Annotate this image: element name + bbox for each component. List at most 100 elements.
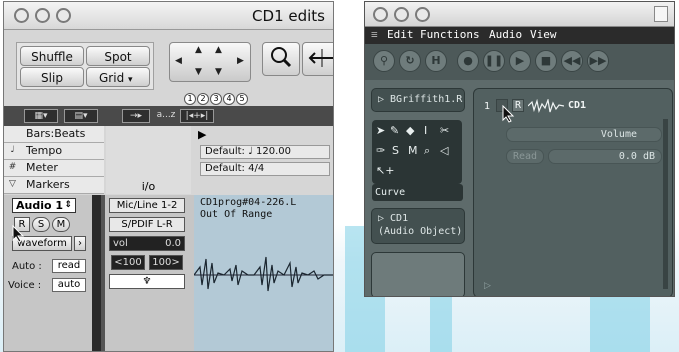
automation-mode-menu[interactable]: read [52,259,86,273]
tool-palette: ➤ ✎ ◆ I ✂ ✑ S M ⌕ ◁ ↖+ [372,120,462,184]
slip-button[interactable]: Slip [20,67,84,87]
zoom-arrows-control[interactable]: ◀ ▲ ▼ ▲ ▼ ▶ [169,42,251,82]
view-chevron-icon[interactable]: › [74,236,86,251]
arrow-down-icon[interactable]: ▼ [215,67,222,77]
output-selector[interactable]: S/PDIF L-R [109,217,185,232]
mute-tool-icon[interactable]: M [408,144,418,157]
minimize-window-button[interactable] [35,8,50,23]
mute-button[interactable]: M [52,217,70,232]
playhead-icon: ▶ [198,128,207,141]
magnify-tool-icon[interactable]: ⌕ [424,144,430,158]
volume-field[interactable]: vol 0.0 [109,236,185,251]
volume-value-field[interactable]: 0.0 dB [548,149,662,164]
close-window-button[interactable] [14,8,29,23]
zoom-preset-3[interactable]: 3 [210,93,222,105]
level-meter [101,195,105,351]
fast-forward-icon[interactable]: ▶▶ [587,50,609,72]
expand-arrow-icon[interactable]: ▷ [484,281,491,291]
pan-left-field[interactable]: <100 [111,255,145,270]
zoom-preset-5[interactable]: 5 [236,93,248,105]
pan-right-field[interactable]: 100> [149,255,183,270]
crossfade-tool-icon[interactable]: ◁ [440,144,448,157]
menu-functions[interactable]: Functions [420,28,480,41]
meter-field[interactable]: Default: 4/4 [200,162,330,176]
audio-region[interactable]: CD1prog#04-226.L Out Of Range [194,195,333,351]
channel-number: 1 [484,101,491,112]
solo-tool-icon[interactable]: S [392,144,399,157]
close-window-button[interactable] [373,7,388,22]
input-selector[interactable]: Mic/Line 1-2 [109,198,185,213]
voice-menu[interactable]: auto [52,278,86,292]
ruler-values: Default: ♩ 120.00 Default: 4/4 ▶ [192,126,333,194]
zoom-tool-button[interactable] [262,42,300,76]
glue-tool-icon[interactable]: ✑ [376,144,385,157]
sort-button[interactable]: a...z [154,109,178,123]
track-view-menu[interactable]: ▤▾ [64,109,98,123]
region-parameter-box[interactable]: ▷ BGriffith1.R [371,88,465,112]
menu-audio[interactable]: Audio [489,28,522,41]
automation-parameter-menu[interactable]: Volume [506,127,662,142]
zoom-preset-2[interactable]: 2 [197,93,209,105]
object-parameter-box[interactable]: ▷ CD1 (Audio Object) [371,208,465,244]
window-titlebar [365,2,674,27]
arrow-left-icon[interactable]: ◀ [175,56,182,66]
tab-to-transient-button[interactable] [302,42,333,76]
io-section: Mic/Line 1-2 S/PDIF L-R vol 0.0 <100 100>… [109,198,185,348]
logic-window: ≡ Edit Functions Audio View ⚲ ↻ H ● ❚❚ ▶… [364,1,675,297]
arrow-up-icon[interactable]: ▲ [195,45,202,55]
channel-name: CD1 [568,100,587,111]
grid-button[interactable]: Grid ▾ [86,67,150,87]
zoom-window-button[interactable] [415,7,430,22]
arrow-up-icon[interactable]: ▲ [215,45,222,55]
object-name: ▷ CD1 [378,213,409,224]
stop-icon[interactable]: ■ [535,50,557,72]
minimize-window-button[interactable] [394,7,409,22]
arrow-down-icon[interactable]: ▼ [195,67,202,77]
scissors-tool-icon[interactable]: ✂ [440,124,449,137]
group-icon: ♆ [142,276,152,287]
ruler-meter[interactable]: # Meter [4,160,104,177]
text-tool-icon[interactable]: I [424,124,427,137]
ruler-label: Tempo [26,144,63,157]
ruler-label: Bars:Beats [26,127,86,140]
automation-select-tool-icon[interactable]: ↖+ [376,164,394,177]
arrow-right-icon[interactable]: ▶ [237,56,244,66]
zoom-preset-1[interactable]: 1 [184,93,196,105]
ruler-bars-beats[interactable]: Bars:Beats [4,126,104,143]
transport-bar: ⚲ ↻ H ● ❚❚ ▶ ■ ◀◀ ▶▶ [365,44,674,80]
io-header-column: i/o [106,126,191,194]
shuffle-button[interactable]: Shuffle [20,46,84,66]
group-selector[interactable]: ♆ [109,274,185,289]
spot-button[interactable]: Spot [86,46,150,66]
link-icon[interactable]: ⚲ [373,50,395,72]
link-button[interactable]: |◂+▸| [180,109,214,123]
hide-icon[interactable]: H [425,50,447,72]
catch-icon[interactable]: ↻ [399,50,421,72]
voice-label: Voice : [8,280,42,291]
rewind-icon[interactable]: ◀◀ [561,50,583,72]
toolbar-toggle-icon[interactable] [654,6,668,22]
window-titlebar: CD1 edits [4,2,333,30]
nudge-button[interactable]: →▸ [122,109,150,123]
read-mode-button[interactable]: Read [506,149,544,164]
pointer-tool-icon[interactable]: ➤ [376,124,385,137]
tempo-field[interactable]: Default: ♩ 120.00 [200,145,330,159]
zoom-window-button[interactable] [56,8,71,23]
eraser-tool-icon[interactable]: ◆ [406,124,414,137]
vertical-scrollbar[interactable] [663,119,668,289]
menu-view[interactable]: View [530,28,557,41]
menu-edit[interactable]: Edit [387,28,414,41]
ruler-tempo[interactable]: ♩ Tempo [4,143,104,160]
track-name-field[interactable]: Audio 1 ⇕ [12,198,76,213]
pencil-tool-icon[interactable]: ✎ [390,124,399,137]
play-icon[interactable]: ▶ [509,50,531,72]
solo-button[interactable]: S [32,217,50,232]
grid-label: Grid [99,71,125,85]
ruler-view-menu[interactable]: ▦▾ [24,109,58,123]
record-icon[interactable]: ● [457,50,479,72]
curve-option[interactable]: Curve [372,184,463,201]
zoom-preset-4[interactable]: 4 [223,93,235,105]
pause-icon[interactable]: ❚❚ [483,50,505,72]
ruler-markers[interactable]: ▽ Markers [4,177,104,194]
track-name: Audio 1 [16,199,64,212]
